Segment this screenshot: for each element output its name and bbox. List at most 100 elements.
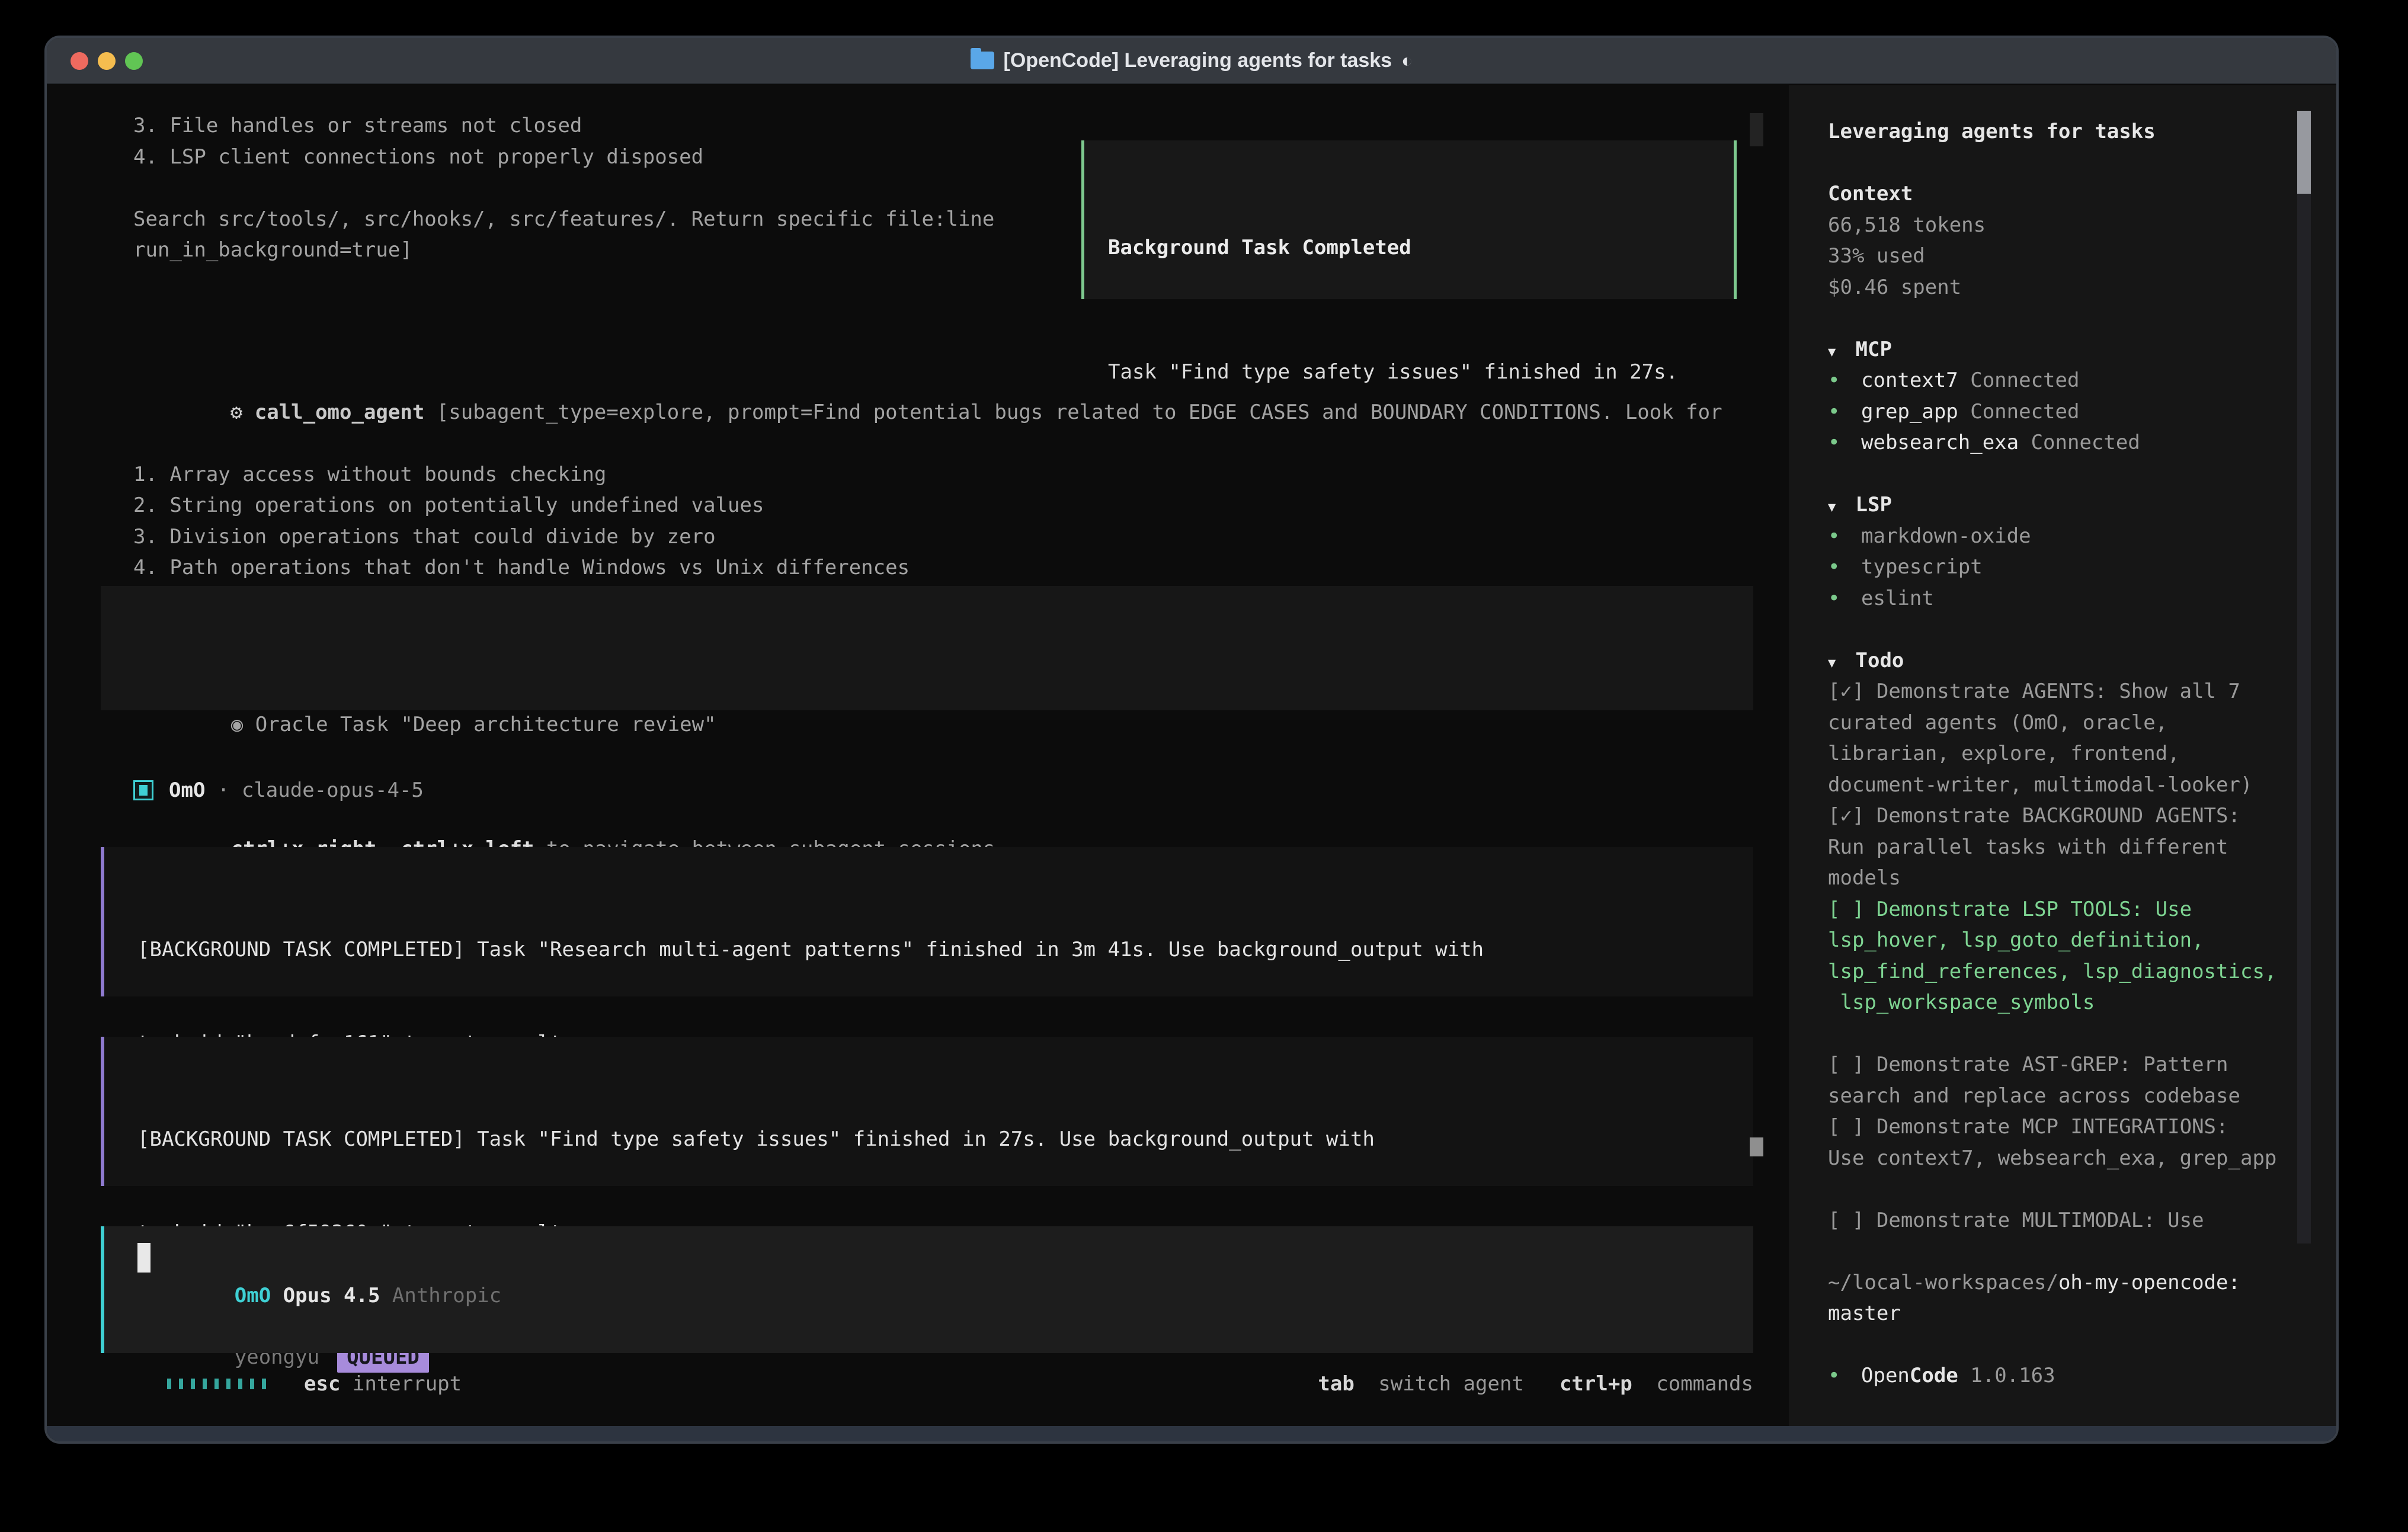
- toast-title: Background Task Completed: [1108, 232, 1710, 264]
- tool-call-line: ⚙ call_omo_agent [subagent_type=explore,…: [133, 366, 1722, 397]
- mcp-name: grep_app: [1861, 400, 1958, 424]
- mcp-status: Connected: [1958, 400, 2080, 424]
- text-line: 2. String operations on potentially unde…: [133, 490, 1722, 521]
- lsp-item: •typescript: [1828, 552, 2276, 583]
- context-heading: Context: [1828, 178, 2276, 210]
- spacer: [1828, 459, 2276, 490]
- text-line: 1. Array access without bounds checking: [133, 459, 1722, 491]
- sidebar-scrollbar-track[interactable]: [2297, 111, 2311, 1243]
- esc-key: esc: [304, 1368, 340, 1400]
- agent-model: claude-opus-4-5: [242, 775, 424, 806]
- status-dot-icon: •: [1828, 427, 1861, 459]
- main-scrollbar-track[interactable]: [1750, 113, 1763, 146]
- tool-args: [subagent_type=explore, prompt=Find pote…: [424, 400, 1722, 424]
- todo-line: Run parallel tasks with different: [1828, 832, 2276, 863]
- lsp-name: eslint: [1861, 586, 1934, 610]
- zoom-button[interactable]: [125, 52, 143, 70]
- mcp-section-header-label: MCP: [1856, 338, 1892, 361]
- mcp-name: context7: [1861, 368, 1958, 392]
- text-line: 3. File handles or streams not closed: [133, 110, 994, 142]
- prompt-input[interactable]: OmO Opus 4.5 Anthropic: [101, 1226, 1753, 1353]
- text-line: 3. Division operations that could divide…: [133, 521, 1722, 553]
- input-agent-name: OmO: [235, 1284, 271, 1307]
- agent-checkbox-icon: [133, 780, 153, 800]
- record-dot-icon: ◉: [231, 713, 243, 736]
- status-dot-icon: •: [1828, 396, 1861, 428]
- window-title-group: [OpenCode] Leveraging agents for tasks ◐: [971, 49, 1413, 72]
- mcp-name: websearch_exa: [1861, 431, 2019, 454]
- recording-icon: ◐: [1401, 50, 1413, 72]
- todo-line: [ ] Demonstrate LSP TOOLS: Use: [1828, 894, 2276, 925]
- context-stat: 66,518 tokens: [1828, 210, 2276, 241]
- sidebar-scrollbar-thumb[interactable]: [2297, 111, 2311, 194]
- mcp-item: •context7 Connected: [1828, 365, 2276, 396]
- lsp-section-header-label: LSP: [1856, 493, 1892, 517]
- version-number: 1.0.163: [1958, 1364, 2055, 1387]
- mcp-status: Connected: [2019, 431, 2140, 454]
- status-dot-icon: •: [1828, 365, 1861, 396]
- path-project: oh-my-opencode:: [2058, 1271, 2240, 1294]
- input-model-name: Opus 4.5: [271, 1284, 392, 1307]
- ctrlp-label: commands: [1644, 1368, 1753, 1400]
- text-line: 4. LSP client connections not properly d…: [133, 142, 994, 173]
- spinner-icon: [167, 1379, 266, 1389]
- todo-line: [ ] Demonstrate MULTIMODAL: Use: [1828, 1205, 2276, 1236]
- lsp-item: •eslint: [1828, 583, 2276, 614]
- oracle-task-card: ◉ Oracle Task "Deep architecture review"…: [101, 586, 1753, 710]
- path-prefix: ~/local-workspaces/: [1828, 1271, 2058, 1294]
- window-title: [OpenCode] Leveraging agents for tasks: [1004, 49, 1392, 72]
- todo-line: [1828, 1018, 2276, 1050]
- title-bar: [OpenCode] Leveraging agents for tasks ◐: [47, 38, 2336, 84]
- spacer: [1828, 303, 2276, 334]
- task-card-research: [BACKGROUND TASK COMPLETED] Task "Resear…: [101, 847, 1753, 996]
- agent-row[interactable]: OmO · claude-opus-4-5: [133, 774, 424, 807]
- todo-line: document-writer, multimodal-looker): [1828, 770, 2276, 801]
- todo-line: lsp_hover, lsp_goto_definition,: [1828, 925, 2276, 956]
- minimize-button[interactable]: [98, 52, 116, 70]
- spacer: [1828, 1329, 2276, 1361]
- spacer: [1828, 1236, 2276, 1267]
- todo-line: Use context7, websearch_exa, grep_app: [1828, 1143, 2276, 1174]
- status-dot-icon: •: [1828, 552, 1861, 583]
- agent-name: OmO: [169, 775, 205, 806]
- lsp-item: •markdown-oxide: [1828, 521, 2276, 552]
- mcp-status: Connected: [1958, 368, 2080, 392]
- todo-line: [✓] Demonstrate AGENTS: Show all 7: [1828, 676, 2276, 707]
- gear-icon: ⚙: [230, 400, 242, 424]
- ctrlp-key: ctrl+p: [1560, 1368, 1632, 1400]
- text-line: run_in_background=true]: [133, 235, 994, 266]
- text-line: Search src/tools/, src/hooks/, src/featu…: [133, 204, 994, 235]
- brand-code: Code: [1910, 1364, 1958, 1387]
- mcp-item: •websearch_exa Connected: [1828, 427, 2276, 459]
- spacer: [1828, 614, 2276, 645]
- todo-section-header-label: Todo: [1856, 649, 1904, 672]
- context-stat: 33% used: [1828, 241, 2276, 272]
- todo-line: models: [1828, 863, 2276, 894]
- mcp-item: •grep_app Connected: [1828, 396, 2276, 428]
- todo-section-header[interactable]: ▼ Todo: [1828, 645, 2276, 677]
- context-stat: $0.46 spent: [1828, 272, 2276, 303]
- lsp-name: typescript: [1861, 555, 1983, 579]
- window-footer-bar: [47, 1426, 2336, 1441]
- todo-line: search and replace across codebase: [1828, 1081, 2276, 1112]
- scrollback-text: 3. File handles or streams not closed4. …: [133, 110, 994, 266]
- status-dot-icon: •: [1828, 521, 1861, 552]
- todo-line: [1828, 1174, 2276, 1205]
- brand-open: Open: [1861, 1364, 1910, 1387]
- tool-name: call_omo_agent: [255, 400, 425, 424]
- chevron-down-icon: ▼: [1828, 500, 1844, 515]
- chevron-down-icon: ▼: [1828, 345, 1844, 360]
- lsp-section-header[interactable]: ▼ LSP: [1828, 489, 2276, 521]
- main-scrollbar-thumb[interactable]: [1750, 1137, 1763, 1156]
- todo-line: lsp_workspace_symbols: [1828, 987, 2276, 1018]
- text-line: [133, 172, 994, 204]
- close-button[interactable]: [71, 52, 88, 70]
- sidebar-session-title: Leveraging agents for tasks: [1828, 116, 2276, 148]
- git-branch: master: [1828, 1298, 2276, 1329]
- mcp-section-header[interactable]: ▼ MCP: [1828, 334, 2276, 366]
- tab-key: tab: [1318, 1368, 1354, 1400]
- todo-line: librarian, explore, frontend,: [1828, 738, 2276, 770]
- todo-line: [ ] Demonstrate MCP INTEGRATIONS:: [1828, 1111, 2276, 1143]
- task-line1: [BACKGROUND TASK COMPLETED] Task "Resear…: [137, 934, 1753, 966]
- model-row: OmO Opus 4.5 Anthropic: [137, 1249, 501, 1343]
